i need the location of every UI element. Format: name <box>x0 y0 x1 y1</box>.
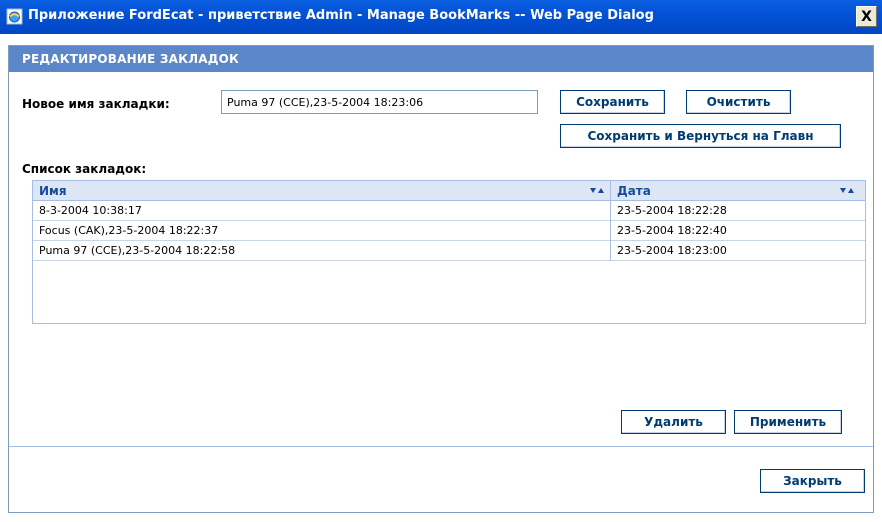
sort-arrows-icon[interactable] <box>840 187 854 195</box>
close-icon: X <box>861 8 872 25</box>
table-row[interactable]: Focus (CAK),23-5-2004 18:22:37 23-5-2004… <box>33 221 865 241</box>
footer-divider <box>9 446 873 447</box>
close-button[interactable]: Закрыть <box>760 469 865 493</box>
column-header-name[interactable]: Имя <box>33 181 610 201</box>
ie-page-icon <box>6 8 23 25</box>
bookmark-date-cell: 23-5-2004 18:22:40 <box>617 224 727 237</box>
bookmark-date-cell: 23-5-2004 18:22:28 <box>617 204 727 217</box>
window-titlebar[interactable]: Приложение FordEcat - приветствие Admin … <box>0 0 882 34</box>
clear-button[interactable]: Очистить <box>686 90 791 114</box>
save-button[interactable]: Сохранить <box>560 90 665 114</box>
table-row[interactable]: 8-3-2004 10:38:17 23-5-2004 18:22:28 <box>33 201 865 221</box>
bookmark-name-cell: Puma 97 (CCE),23-5-2004 18:22:58 <box>39 244 236 257</box>
bookmarks-list-label: Список закладок: <box>22 162 147 176</box>
section-title: РЕДАКТИРОВАНИЕ ЗАКЛАДОК <box>9 46 873 72</box>
table-row[interactable]: Puma 97 (CCE),23-5-2004 18:22:58 23-5-20… <box>33 241 865 261</box>
sort-arrows-icon[interactable] <box>590 187 604 195</box>
table-header: Имя Дата <box>33 181 865 201</box>
column-divider <box>610 181 611 261</box>
bookmark-name-label: Новое имя закладки: <box>22 97 170 111</box>
bookmark-date-cell: 23-5-2004 18:23:00 <box>617 244 727 257</box>
delete-button[interactable]: Удалить <box>621 410 726 434</box>
window-title: Приложение FordEcat - приветствие Admin … <box>28 8 654 23</box>
bookmark-name-cell: 8-3-2004 10:38:17 <box>39 204 142 217</box>
window-close-button[interactable]: X <box>856 6 877 27</box>
bookmark-name-cell: Focus (CAK),23-5-2004 18:22:37 <box>39 224 219 237</box>
bookmarks-table: Имя Дата 8-3-2004 10:38:17 23-5-2004 18:… <box>32 180 866 324</box>
bookmark-name-input[interactable] <box>221 90 538 114</box>
save-and-return-button[interactable]: Сохранить и Вернуться на Главн <box>560 124 841 148</box>
dialog-frame: РЕДАКТИРОВАНИЕ ЗАКЛАДОК Новое имя заклад… <box>8 45 874 513</box>
column-header-date[interactable]: Дата <box>611 181 865 201</box>
apply-button[interactable]: Применить <box>734 410 842 434</box>
